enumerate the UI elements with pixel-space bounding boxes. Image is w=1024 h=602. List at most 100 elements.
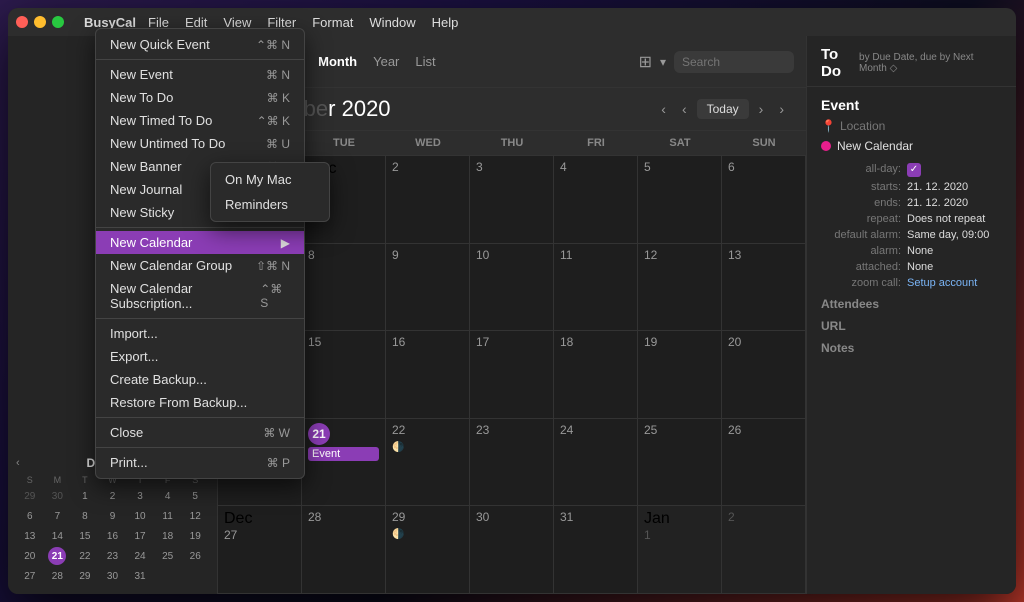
menu-window[interactable]: Window (361, 13, 423, 32)
menu-item-new-to-do[interactable]: New To Do⌘ K (96, 86, 304, 109)
event-pill[interactable]: Event (308, 447, 379, 461)
grid-icon[interactable]: ⊞ (639, 52, 652, 72)
calendar-cell[interactable]: 2 (386, 156, 470, 243)
mini-date-cell[interactable]: 20 (21, 547, 39, 565)
mini-date-cell[interactable]: 6 (21, 507, 39, 525)
mini-date-cell[interactable]: 13 (21, 527, 39, 545)
mini-date-cell[interactable]: 26 (186, 547, 204, 565)
calendar-cell[interactable]: 28 (302, 506, 386, 593)
calendar-cell[interactable]: 3 (470, 156, 554, 243)
submenu-item-on-my-mac[interactable]: On My Mac (211, 167, 329, 192)
menu-item-new-quick-event[interactable]: New Quick Event⌃⌘ N (96, 33, 304, 56)
mini-date-cell[interactable]: 19 (186, 527, 204, 545)
calendar-cell[interactable]: 12 (638, 244, 722, 331)
tab-year[interactable]: Year (373, 54, 399, 69)
calendar-cell[interactable]: 26 (722, 419, 806, 506)
mini-date-cell[interactable]: 17 (131, 527, 149, 545)
calendar-cell[interactable]: 6 (722, 156, 806, 243)
menu-item-restore-from-backup[interactable]: Restore From Backup... (96, 391, 304, 414)
calendar-cell[interactable]: 25 (638, 419, 722, 506)
mini-prev-button[interactable]: ‹ (16, 457, 20, 469)
mini-date-cell[interactable]: 25 (159, 547, 177, 565)
menu-format[interactable]: Format (304, 13, 361, 32)
menu-item-new-calendar-group[interactable]: New Calendar Group⇧⌘ N (96, 254, 304, 277)
starts-value[interactable]: 21. 12. 2020 (907, 181, 968, 193)
next-button[interactable]: › (753, 99, 770, 119)
calendar-cell[interactable]: 10 (470, 244, 554, 331)
menu-item-print[interactable]: Print...⌘ P (96, 451, 304, 474)
default-alarm-value[interactable]: Same day, 09:00 (907, 229, 989, 241)
mini-date-cell[interactable]: 18 (159, 527, 177, 545)
calendar-cell[interactable]: 5 (638, 156, 722, 243)
calendar-cell[interactable]: 9 (386, 244, 470, 331)
calendar-cell[interactable]: 4 (554, 156, 638, 243)
mini-date-cell[interactable]: 28 (48, 567, 66, 585)
calendar-cell[interactable]: 31 (554, 506, 638, 593)
mini-date-cell[interactable]: 22 (76, 547, 94, 565)
location-text[interactable]: Location (840, 119, 885, 133)
alarm-value[interactable]: None (907, 245, 933, 257)
calendar-cell[interactable]: 21Event (302, 419, 386, 506)
calendar-cell[interactable]: 11 (554, 244, 638, 331)
mini-date-cell[interactable]: 9 (103, 507, 121, 525)
mini-date-cell[interactable]: 27 (21, 567, 39, 585)
tab-list[interactable]: List (415, 54, 435, 69)
calendar-cell[interactable]: 8 (302, 244, 386, 331)
todo-sort[interactable]: by Due Date, due by Next Month ◇ (859, 52, 1002, 74)
close-button[interactable] (16, 16, 28, 28)
zoom-call-value[interactable]: Setup account (907, 277, 977, 289)
calendar-cell[interactable]: 17 (470, 331, 554, 418)
calendar-cell[interactable]: 18 (554, 331, 638, 418)
menu-item-create-backup[interactable]: Create Backup... (96, 368, 304, 391)
ends-value[interactable]: 21. 12. 2020 (907, 197, 968, 209)
mini-date-cell[interactable]: 29 (21, 487, 39, 505)
calendar-cell[interactable]: 16 (386, 331, 470, 418)
menu-item-new-calendar[interactable]: New Calendar▶ (96, 231, 304, 254)
menu-item-close[interactable]: Close⌘ W (96, 421, 304, 444)
mini-date-cell[interactable]: 5 (186, 487, 204, 505)
mini-date-cell[interactable]: 24 (131, 547, 149, 565)
mini-date-cell[interactable]: 14 (48, 527, 66, 545)
submenu-item-reminders[interactable]: Reminders (211, 192, 329, 217)
menu-help[interactable]: Help (424, 13, 467, 32)
mini-date-cell[interactable]: 30 (48, 487, 66, 505)
maximize-button[interactable] (52, 16, 64, 28)
calendar-cell[interactable]: 19 (638, 331, 722, 418)
mini-date-cell[interactable]: 15 (76, 527, 94, 545)
prev-prev-button[interactable]: ‹ (655, 99, 672, 119)
all-day-checkbox[interactable]: ✓ (907, 163, 921, 177)
mini-date-cell[interactable]: 31 (131, 567, 149, 585)
mini-date-cell[interactable]: 23 (103, 547, 121, 565)
calendar-cell[interactable]: 29 🌗 (386, 506, 470, 593)
calendar-cell[interactable]: Dec 27 (218, 506, 302, 593)
attached-value[interactable]: None (907, 261, 933, 273)
prev-button[interactable]: ‹ (676, 99, 693, 119)
menu-item-new-timed-to-do[interactable]: New Timed To Do⌃⌘ K (96, 109, 304, 132)
dropdown-arrow[interactable]: ▾ (660, 55, 666, 69)
tab-month[interactable]: Month (318, 54, 357, 69)
calendar-cell[interactable]: 24 (554, 419, 638, 506)
mini-date-cell[interactable]: 10 (131, 507, 149, 525)
search-input[interactable] (674, 51, 794, 73)
menu-item-new-event[interactable]: New Event⌘ N (96, 63, 304, 86)
mini-date-cell[interactable]: 7 (48, 507, 66, 525)
mini-date-cell[interactable]: 8 (76, 507, 94, 525)
minimize-button[interactable] (34, 16, 46, 28)
menu-item-import[interactable]: Import... (96, 322, 304, 345)
next-next-button[interactable]: › (773, 99, 790, 119)
mini-date-cell[interactable]: 16 (103, 527, 121, 545)
repeat-value[interactable]: Does not repeat (907, 213, 985, 225)
mini-date-cell[interactable]: 3 (131, 487, 149, 505)
mini-date-cell[interactable]: 1 (76, 487, 94, 505)
calendar-cell[interactable]: Jan 1 (638, 506, 722, 593)
calendar-cell[interactable]: 22 🌗 (386, 419, 470, 506)
calendar-cell[interactable]: 23 (470, 419, 554, 506)
calendar-cell[interactable]: 30 (470, 506, 554, 593)
mini-date-cell[interactable]: 4 (159, 487, 177, 505)
calendar-cell[interactable]: 15 (302, 331, 386, 418)
mini-date-cell[interactable]: 2 (103, 487, 121, 505)
calendar-cell[interactable]: 2 (722, 506, 806, 593)
calendar-cell[interactable]: 13 (722, 244, 806, 331)
calendar-cell[interactable]: 20 (722, 331, 806, 418)
mini-date-cell[interactable]: 12 (186, 507, 204, 525)
